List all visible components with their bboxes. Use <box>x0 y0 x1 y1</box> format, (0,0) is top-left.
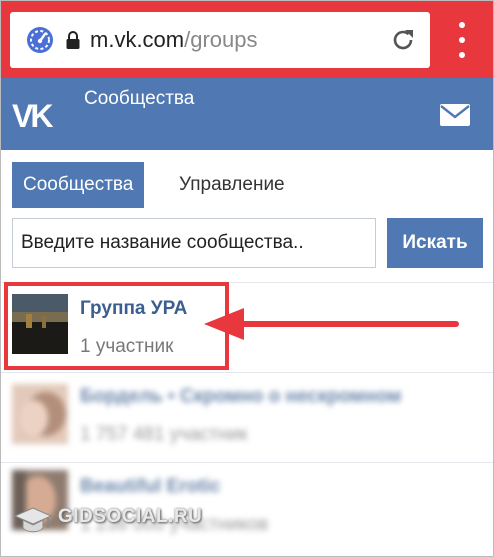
group-members: 1 757 481 участник <box>80 424 248 445</box>
tab-management[interactable]: Управление <box>168 162 296 208</box>
svg-text:VK: VK <box>12 100 53 130</box>
page-title: Сообщества <box>84 88 195 109</box>
watermark-text: GIDSOCIAL.RU <box>58 506 203 527</box>
graduation-cap-icon <box>14 507 52 533</box>
app-header: VK Сообщества <box>0 78 494 150</box>
address-bar[interactable]: m.vk.com/groups <box>10 12 430 68</box>
tab-communities[interactable]: Сообщества <box>12 162 145 208</box>
group-name[interactable]: Beautiful Erotic <box>80 476 220 498</box>
search-input[interactable] <box>12 218 376 268</box>
highlight-frame <box>4 282 229 370</box>
vk-logo-icon[interactable]: VK <box>12 100 60 130</box>
speedometer-icon <box>27 27 53 53</box>
list-item[interactable]: Бордель • Скромно о нескромном 1 757 481… <box>0 376 494 460</box>
lock-icon <box>66 31 80 49</box>
browser-toolbar: m.vk.com/groups <box>0 0 494 78</box>
group-name[interactable]: Бордель • Скромно о нескромном <box>80 386 401 408</box>
url-path: /groups <box>184 27 258 52</box>
search-button[interactable]: Искать <box>387 218 483 268</box>
url-text: m.vk.com/groups <box>90 27 258 53</box>
reload-icon[interactable] <box>388 25 418 55</box>
url-host: m.vk.com <box>90 27 185 52</box>
arrow-pointer-icon <box>204 308 459 340</box>
divider <box>0 372 494 373</box>
divider <box>0 462 494 463</box>
overflow-menu-icon[interactable] <box>450 22 474 58</box>
group-avatar <box>12 384 68 444</box>
mail-icon[interactable] <box>440 104 470 126</box>
